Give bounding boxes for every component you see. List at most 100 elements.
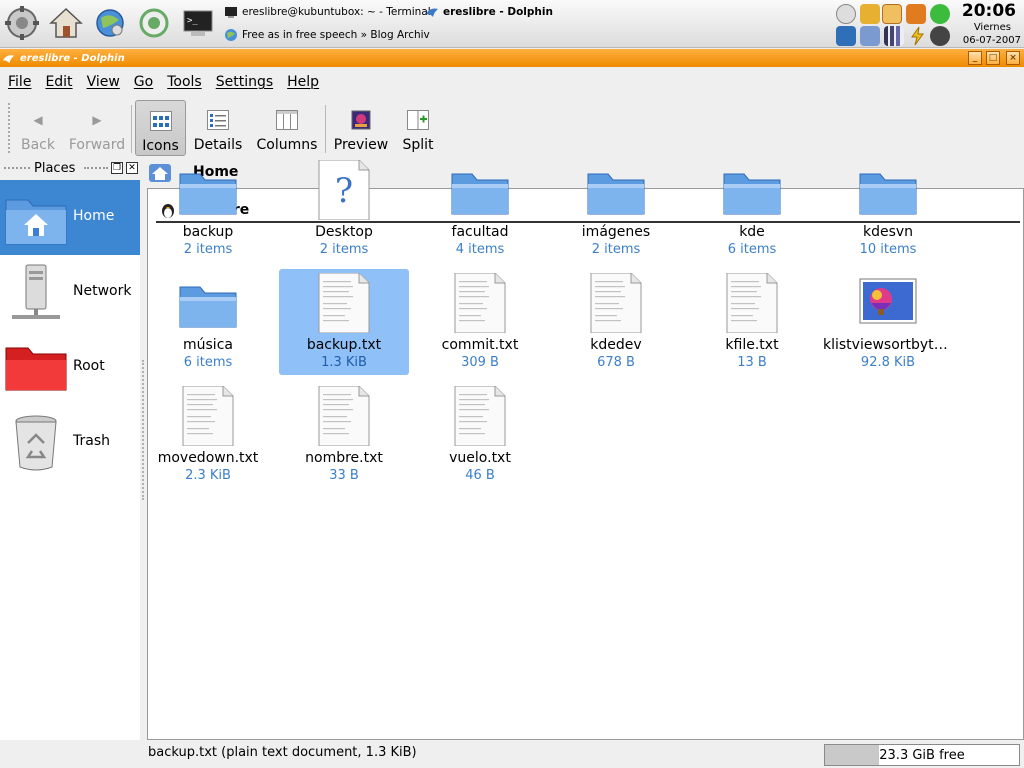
konqueror-icon[interactable] bbox=[90, 3, 130, 43]
trash-icon bbox=[15, 415, 57, 471]
menu-view[interactable]: View bbox=[87, 74, 120, 90]
file-item[interactable]: kdedev 678 B bbox=[551, 269, 681, 375]
panel-grip[interactable] bbox=[84, 167, 108, 171]
text-file-icon bbox=[723, 272, 781, 334]
file-meta: 2 items bbox=[591, 242, 641, 257]
toolbar-separator bbox=[325, 105, 326, 153]
place-trash[interactable]: Trash bbox=[0, 405, 140, 480]
svg-text:?: ? bbox=[335, 171, 353, 211]
close-panel-button[interactable]: ✕ bbox=[126, 162, 138, 174]
image-file-icon bbox=[859, 273, 917, 333]
file-item[interactable]: kfile.txt 13 B bbox=[687, 269, 817, 375]
preview-button[interactable]: Preview bbox=[332, 100, 390, 156]
file-meta: 1.3 KiB bbox=[321, 355, 367, 370]
klipper-icon[interactable] bbox=[930, 26, 950, 46]
task-terminal[interactable]: ereslibre@kubuntubox: ~ - Terminal bbox=[224, 1, 431, 23]
kmenu-icon[interactable] bbox=[2, 3, 42, 43]
window-title: ereslibre - Dolphin bbox=[20, 52, 125, 64]
menu-tools[interactable]: Tools bbox=[167, 74, 202, 90]
split-button[interactable]: Split bbox=[398, 100, 438, 156]
file-name: commit.txt bbox=[441, 337, 519, 353]
task-dolphin[interactable]: ereslibre - Dolphin bbox=[425, 1, 553, 23]
kde-panel: >_ ereslibre@kubuntubox: ~ - Terminal er… bbox=[0, 0, 1024, 48]
file-meta: 6 items bbox=[183, 355, 233, 370]
signal-icon[interactable] bbox=[884, 26, 904, 46]
file-name: kfile.txt bbox=[725, 337, 779, 353]
dolphin-icon bbox=[2, 54, 15, 63]
file-item[interactable]: kde 6 items bbox=[687, 156, 817, 262]
file-meta: 678 B bbox=[597, 355, 635, 370]
terminal-icon[interactable]: >_ bbox=[178, 3, 218, 43]
home-icon[interactable] bbox=[46, 3, 86, 43]
red-folder-icon bbox=[5, 347, 67, 391]
file-name: kdesvn bbox=[862, 224, 914, 240]
file-name: facultad bbox=[451, 224, 509, 240]
file-item[interactable]: commit.txt 309 B bbox=[415, 269, 545, 375]
undock-button[interactable]: ❐ bbox=[111, 162, 123, 174]
briefcase-icon[interactable] bbox=[906, 4, 926, 24]
text-file-icon bbox=[587, 272, 645, 334]
menubar: File Edit View Go Tools Settings Help bbox=[0, 69, 1024, 95]
file-name: movedown.txt bbox=[157, 450, 259, 466]
file-meta: 46 B bbox=[465, 468, 495, 483]
menu-file[interactable]: File bbox=[8, 74, 31, 90]
forward-button[interactable]: ▶ Forward bbox=[68, 100, 126, 156]
menu-go[interactable]: Go bbox=[134, 74, 153, 90]
network-icon[interactable] bbox=[860, 26, 880, 46]
file-name: backup.txt bbox=[306, 337, 382, 353]
place-home[interactable]: Home bbox=[0, 180, 140, 255]
free-space-indicator: 23.3 GiB free bbox=[824, 744, 1020, 766]
place-network[interactable]: Network bbox=[0, 255, 140, 330]
menu-settings[interactable]: Settings bbox=[216, 74, 273, 90]
file-item[interactable]: kdesvn 10 items bbox=[823, 156, 953, 262]
file-meta: 13 B bbox=[737, 355, 767, 370]
text-file-icon bbox=[451, 385, 509, 447]
knotes-icon[interactable] bbox=[882, 4, 902, 24]
clock-day: Viernes bbox=[973, 22, 1011, 33]
tag-icon[interactable] bbox=[860, 4, 880, 24]
back-label: Back bbox=[21, 137, 55, 153]
clock-time[interactable]: 20:06 bbox=[962, 1, 1016, 21]
file-item[interactable]: vuelo.txt 46 B bbox=[415, 382, 545, 488]
file-item[interactable]: klistviewsortbyty... 92.8 KiB bbox=[823, 269, 953, 375]
icons-view-button[interactable]: Icons bbox=[135, 100, 186, 156]
text-file-icon bbox=[451, 272, 509, 334]
panel-grip[interactable] bbox=[4, 167, 30, 171]
details-view-button[interactable]: Details bbox=[192, 100, 244, 156]
free-space-label: 23.3 GiB free bbox=[879, 748, 965, 763]
menu-edit[interactable]: Edit bbox=[45, 74, 72, 90]
columns-view-button[interactable]: Columns bbox=[254, 100, 320, 156]
menu-help[interactable]: Help bbox=[287, 74, 319, 90]
file-item[interactable]: ? Desktop 2 items bbox=[279, 156, 409, 262]
back-button[interactable]: ◀ Back bbox=[14, 100, 62, 156]
file-item[interactable]: nombre.txt 33 B bbox=[279, 382, 409, 488]
file-meta: 2 items bbox=[183, 242, 233, 257]
file-item[interactable]: música 6 items bbox=[143, 269, 273, 375]
konqueror-icon bbox=[225, 29, 237, 41]
task-browser[interactable]: Free as in free speech » Blog Archiv bbox=[224, 24, 430, 46]
clock-date: 06-07-2007 bbox=[962, 35, 1021, 46]
update-icon[interactable] bbox=[930, 4, 950, 24]
task-label: ereslibre@kubuntubox: ~ - Terminal bbox=[242, 6, 431, 18]
file-item[interactable]: backup.txt 1.3 KiB bbox=[279, 269, 409, 375]
kde-icon[interactable] bbox=[836, 26, 856, 46]
unknown-file-icon: ? bbox=[315, 159, 373, 221]
battery-icon[interactable] bbox=[908, 26, 928, 46]
speaker-icon[interactable] bbox=[836, 4, 856, 24]
file-item[interactable]: imágenes 2 items bbox=[551, 156, 681, 262]
maximize-button[interactable]: □ bbox=[986, 51, 1000, 65]
details-label: Details bbox=[193, 137, 243, 153]
place-root[interactable]: Root bbox=[0, 330, 140, 405]
file-item[interactable]: facultad 4 items bbox=[415, 156, 545, 262]
kopete-icon[interactable] bbox=[134, 3, 174, 43]
window-titlebar[interactable]: ereslibre - Dolphin _ □ × bbox=[0, 49, 1024, 67]
close-button[interactable]: × bbox=[1006, 51, 1020, 65]
file-item[interactable]: movedown.txt 2.3 KiB bbox=[143, 382, 273, 488]
toolbar-separator bbox=[131, 105, 132, 153]
file-meta: 4 items bbox=[455, 242, 505, 257]
file-meta: 10 items bbox=[859, 242, 917, 257]
folder-icon bbox=[723, 160, 781, 220]
toolbar-grip[interactable] bbox=[8, 103, 12, 153]
file-item[interactable]: backup 2 items bbox=[143, 156, 273, 262]
minimize-button[interactable]: _ bbox=[968, 51, 982, 65]
